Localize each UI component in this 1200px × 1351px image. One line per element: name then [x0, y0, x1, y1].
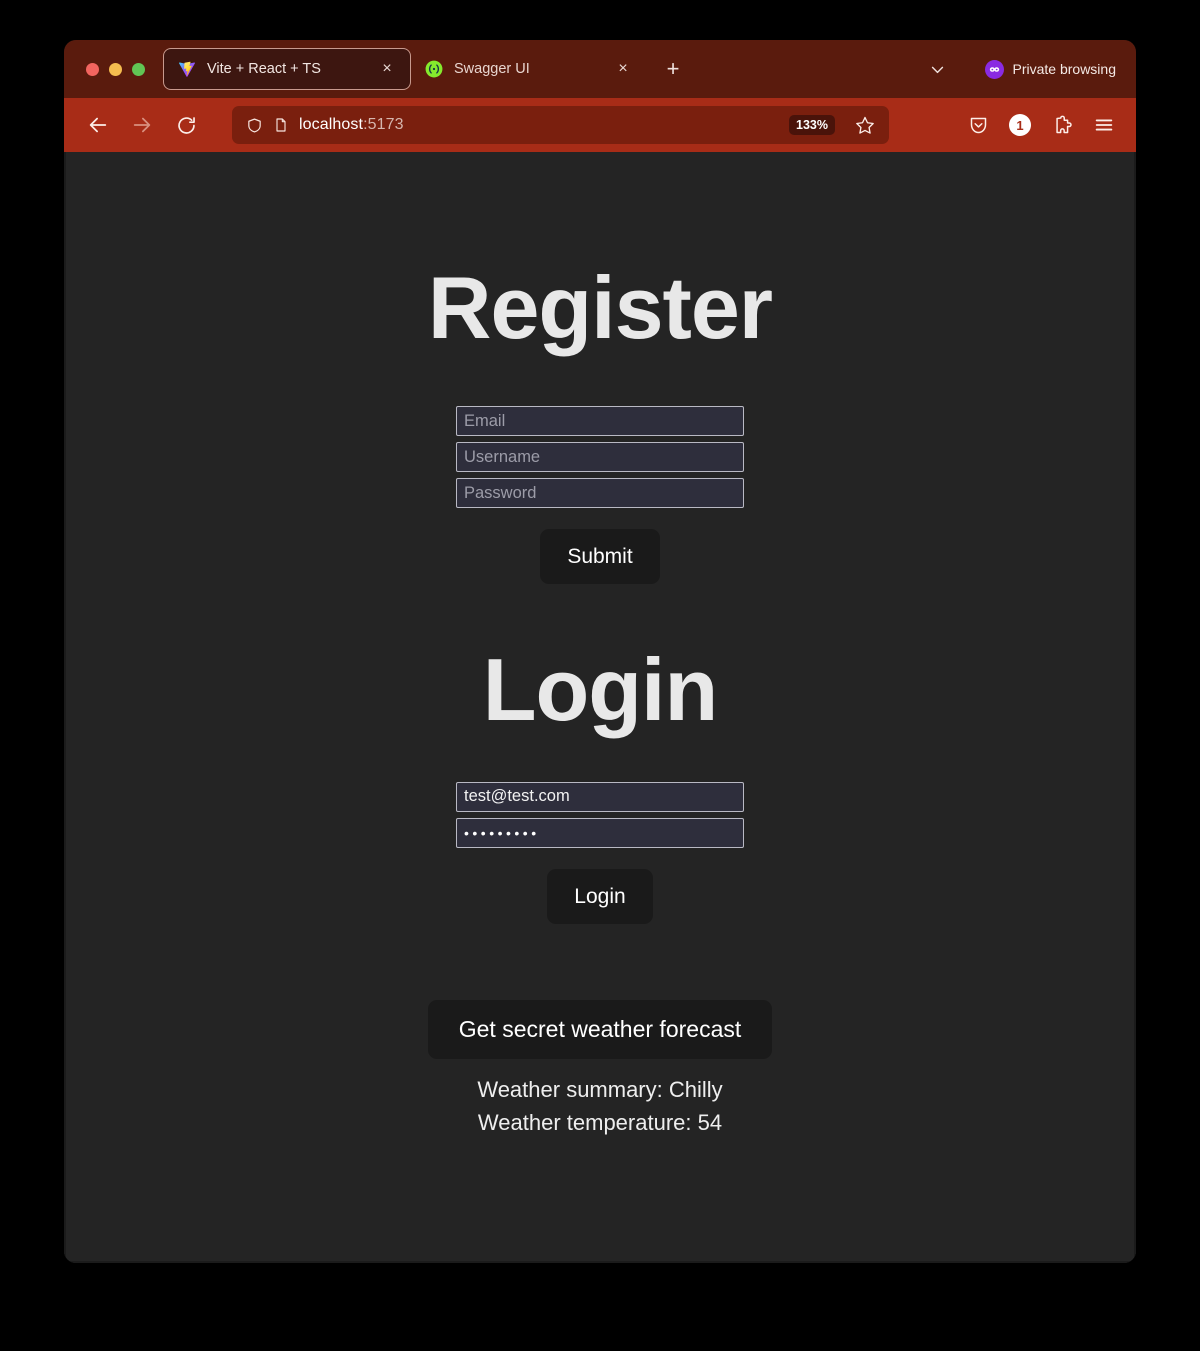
browser-window: Vite + React + TS × Swagger UI × + Priva… — [64, 40, 1136, 1263]
tab-vite-react-ts[interactable]: Vite + React + TS × — [163, 48, 411, 90]
tab-close-icon[interactable]: × — [376, 58, 398, 80]
login-heading: Login — [482, 640, 718, 740]
weather-summary-text: Weather summary: Chilly — [477, 1077, 723, 1103]
login-form: Login — [456, 781, 744, 924]
zoom-level-badge[interactable]: 133% — [789, 114, 835, 136]
minimize-window-button[interactable] — [109, 62, 122, 76]
page-icon[interactable] — [273, 117, 289, 133]
login-email-input[interactable] — [456, 781, 744, 812]
mask-icon — [984, 59, 1004, 79]
tab-swagger-ui[interactable]: Swagger UI × — [411, 48, 646, 90]
notification-count: 1 — [1009, 114, 1031, 136]
close-window-button[interactable] — [86, 62, 99, 76]
reload-button[interactable] — [166, 107, 206, 143]
url-port: :5173 — [363, 116, 404, 133]
register-password-input[interactable] — [456, 478, 744, 509]
window-controls — [78, 62, 163, 76]
puzzle-icon[interactable] — [1044, 107, 1080, 143]
page-content: Register Submit Login Login Get secret w… — [64, 152, 1136, 1263]
navigation-toolbar: localhost:5173 133% 1 — [64, 98, 1136, 152]
private-browsing-label: Private browsing — [1012, 61, 1117, 77]
shield-icon[interactable] — [246, 117, 263, 134]
url-host: localhost — [299, 116, 364, 133]
url-text[interactable]: localhost:5173 — [299, 116, 779, 134]
weather-temperature-text: Weather temperature: 54 — [477, 1109, 723, 1135]
chevron-down-icon[interactable] — [921, 52, 955, 86]
tab-close-icon[interactable]: × — [612, 58, 634, 80]
toolbar-right-actions: 1 — [960, 107, 1122, 143]
pocket-icon[interactable] — [960, 107, 996, 143]
back-button[interactable] — [78, 107, 118, 143]
login-section: Login Login — [456, 640, 744, 924]
tab-title: Vite + React + TS — [207, 61, 321, 77]
new-tab-button[interactable]: + — [656, 52, 690, 86]
hamburger-menu-icon[interactable] — [1086, 107, 1122, 143]
vite-icon — [179, 61, 195, 77]
register-form: Submit — [456, 406, 744, 585]
login-password-input[interactable] — [456, 817, 744, 848]
login-button[interactable]: Login — [547, 868, 653, 924]
register-username-input[interactable] — [456, 442, 744, 473]
forward-button[interactable] — [122, 107, 162, 143]
submit-button[interactable]: Submit — [540, 529, 660, 585]
tab-title: Swagger UI — [454, 61, 530, 77]
register-email-input[interactable] — [456, 406, 744, 437]
weather-section: Get secret weather forecast Weather summ… — [427, 999, 773, 1138]
tab-bar: Vite + React + TS × Swagger UI × + Priva… — [64, 40, 1136, 98]
notification-count-badge[interactable]: 1 — [1002, 107, 1038, 143]
register-heading: Register — [427, 258, 773, 357]
url-bar[interactable]: localhost:5173 133% — [232, 106, 889, 144]
get-weather-forecast-button[interactable]: Get secret weather forecast — [427, 999, 773, 1060]
star-icon[interactable] — [849, 109, 881, 141]
private-browsing-indicator: Private browsing — [984, 59, 1117, 79]
swagger-icon — [425, 60, 443, 78]
maximize-window-button[interactable] — [132, 62, 145, 76]
